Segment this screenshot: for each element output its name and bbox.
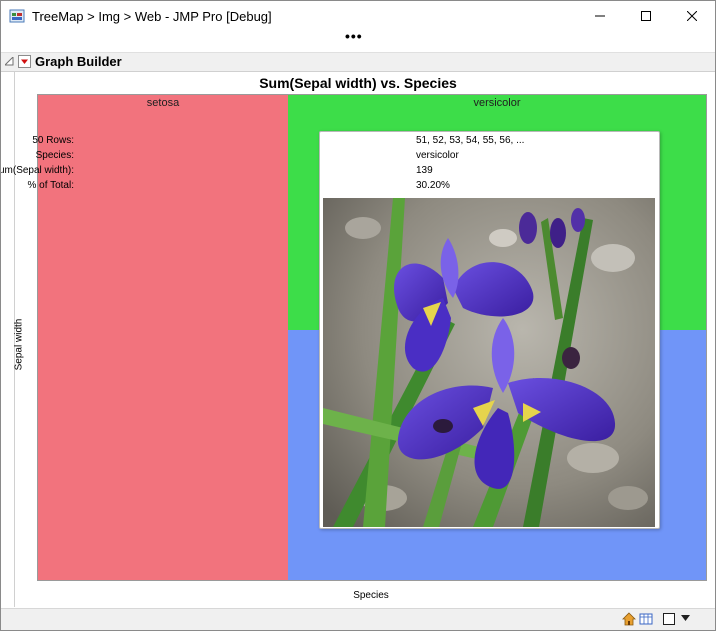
jmp-app-icon <box>9 9 25 23</box>
graph-builder-outline-header: Graph Builder <box>1 52 715 72</box>
grid-icon[interactable] <box>639 612 653 626</box>
square-icon[interactable] <box>662 612 676 626</box>
tooltip-value: versicolor <box>416 150 459 161</box>
maximize-button[interactable] <box>623 1 669 31</box>
dropdown-arrow-icon[interactable] <box>681 615 690 622</box>
chart-title: Sum(Sepal width) vs. Species <box>259 75 457 91</box>
maximize-icon <box>641 11 651 21</box>
home-icon[interactable] <box>622 612 636 626</box>
hover-tooltip: 50 Rows: 51, 52, 53, 54, 55, 56, ... Spe… <box>1 131 660 529</box>
tile-label-versicolor: versicolor <box>473 97 521 109</box>
application-window: TreeMap > Img > Web - JMP Pro [Debug] ••… <box>0 0 716 631</box>
red-triangle-icon <box>21 59 28 64</box>
tooltip-value: 139 <box>416 165 433 176</box>
more-options-indicator[interactable]: ••• <box>345 28 363 44</box>
title-bar[interactable]: TreeMap > Img > Web - JMP Pro [Debug] <box>1 1 715 31</box>
minimize-icon <box>595 15 605 17</box>
iris-flower-image <box>323 198 655 527</box>
window-title: TreeMap > Img > Web - JMP Pro [Debug] <box>32 9 272 24</box>
tooltip-value: 30.20% <box>416 180 450 191</box>
status-bar <box>1 608 715 630</box>
red-triangle-menu-button[interactable] <box>18 55 31 68</box>
close-button[interactable] <box>669 1 715 31</box>
x-axis-label: Species <box>353 590 389 601</box>
tile-label-setosa: setosa <box>146 97 180 109</box>
minimize-button[interactable] <box>577 1 623 31</box>
graph-builder-title: Graph Builder <box>35 54 122 69</box>
tooltip-key: Sum(Sepal width): <box>0 165 74 176</box>
tooltip-key: % of Total: <box>27 180 74 191</box>
tooltip-key: Species: <box>35 150 74 161</box>
tooltip-value: 51, 52, 53, 54, 55, 56, ... <box>416 135 525 146</box>
tooltip-key: 50 Rows: <box>32 135 74 146</box>
y-axis-label: Sepal width <box>12 319 26 371</box>
collapse-triangle-icon[interactable] <box>5 57 14 66</box>
treemap-tile-setosa[interactable]: setosa <box>38 95 288 580</box>
y-axis-label-text: Sepal width <box>13 318 25 371</box>
close-icon <box>687 11 697 21</box>
